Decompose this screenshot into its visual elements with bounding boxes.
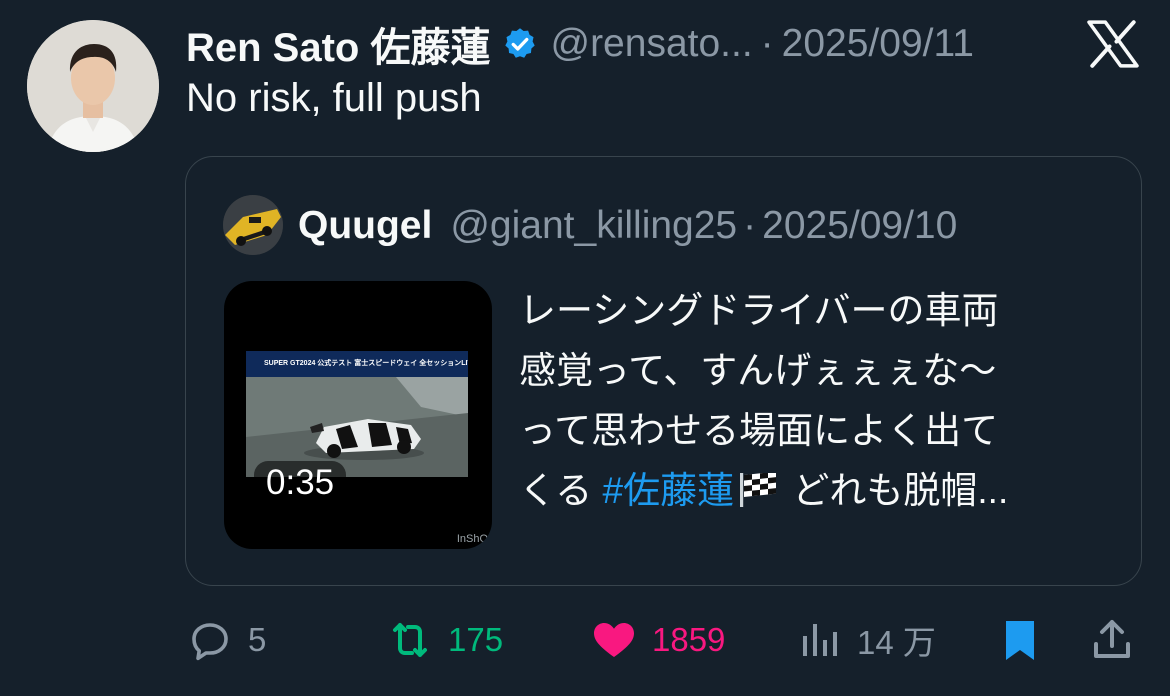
bookmark-button[interactable] (996, 608, 1044, 672)
hashtag-link[interactable]: #佐藤蓮 (603, 470, 735, 511)
quoted-date[interactable]: 2025/09/10 (762, 204, 957, 248)
tweet-text: No risk, full push (186, 76, 482, 120)
quoted-handle[interactable]: @giant_killing25 (450, 204, 737, 248)
heart-icon (594, 623, 634, 657)
reply-button[interactable]: 5 (186, 608, 266, 672)
views-icon (803, 624, 837, 656)
share-button[interactable] (1088, 608, 1136, 672)
retweet-count: 175 (448, 621, 504, 658)
share-icon (1094, 620, 1130, 658)
quoted-tweet-header: Quugel @giant_killing25 · 2025/09/10 (298, 199, 957, 253)
quoted-author-avatar[interactable] (223, 195, 283, 255)
separator-dot: · (743, 204, 757, 247)
reply-count: 5 (248, 621, 267, 658)
reply-icon (192, 623, 228, 661)
author-display-name[interactable]: Ren Sato 佐藤蓮 (186, 15, 490, 73)
checkered-flag-icon (738, 465, 778, 507)
bookmark-icon (1006, 621, 1034, 660)
tweet-actions: 5 175 1859 14 万 (0, 608, 1170, 672)
video-watermark: InShO (456, 533, 488, 545)
quoted-text-line: 感覚って、すんげぇぇぇな〜 (519, 350, 997, 391)
quoted-text-fragment: どれも脱帽... (782, 470, 1009, 511)
author-avatar[interactable] (27, 20, 159, 152)
x-logo-icon[interactable] (1086, 20, 1140, 68)
quoted-text-line: って思わせる場面によく出て (519, 410, 999, 451)
video-thumbnail[interactable]: SUPER GT2024 公式テスト 富士スピードウェイ 全セッションLIVE配… (224, 281, 492, 549)
like-button[interactable]: 1859 (590, 608, 725, 672)
tweet-date[interactable]: 2025/09/11 (782, 22, 974, 66)
quoted-text-fragment: くる (519, 470, 603, 511)
quoted-avatar-image (223, 195, 283, 255)
author-avatar-image (27, 20, 159, 152)
video-banner-text: SUPER GT2024 公式テスト 富士スピードウェイ 全セッションLIVE配… (246, 351, 468, 377)
like-count: 1859 (652, 621, 726, 658)
separator-dot: · (760, 22, 774, 65)
tweet-header: Ren Sato 佐藤蓮 @rensato... · 2025/09/11 (186, 16, 974, 72)
retweet-icon (393, 623, 427, 657)
view-count: 14 万 (857, 624, 936, 661)
quoted-display-name[interactable]: Quugel (298, 204, 432, 248)
verified-badge-icon (505, 28, 536, 58)
quoted-text-line: レーシングドライバーの車両 (519, 290, 999, 331)
video-frame: SUPER GT2024 公式テスト 富士スピードウェイ 全セッションLIVE配… (246, 351, 468, 477)
quoted-tweet-text: レーシングドライバーの車両 感覚って、すんげぇぇぇな〜 って思わせる場面によく出… (519, 281, 1119, 521)
retweet-button[interactable]: 175 (386, 608, 503, 672)
quoted-tweet-card[interactable]: Quugel @giant_killing25 · 2025/09/10 SUP… (185, 156, 1142, 586)
video-duration: 0:35 (254, 461, 347, 505)
quoted-text-line: くる #佐藤蓮 どれも脱帽... (519, 461, 1119, 521)
views-button[interactable]: 14 万 (795, 608, 936, 672)
author-handle[interactable]: @rensato... (550, 22, 752, 66)
